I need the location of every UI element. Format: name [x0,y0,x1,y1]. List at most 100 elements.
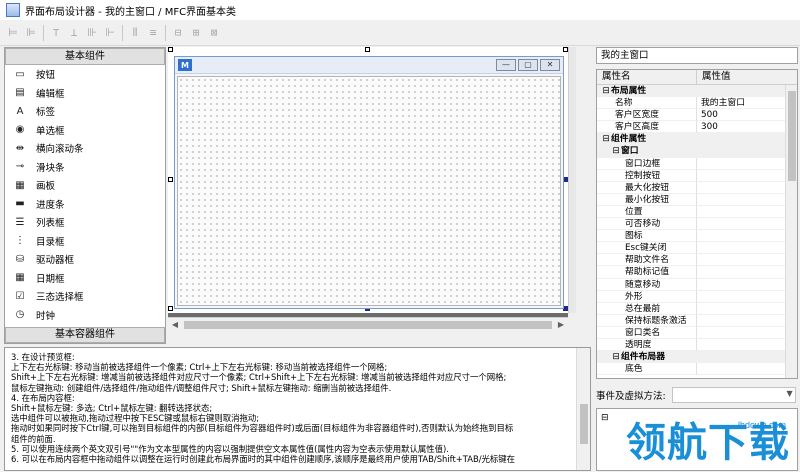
align-right-icon[interactable]: ⊫ [22,24,40,42]
component-item[interactable]: ▭ 按钮 [5,65,165,84]
help-vertical-scrollbar[interactable] [576,348,590,470]
collapse-icon[interactable]: ⊟ [601,413,609,423]
property-row[interactable]: 底色 [597,363,797,376]
property-value[interactable] [697,158,797,170]
component-item[interactable]: ☰ 列表框 [5,213,165,232]
property-value-column[interactable]: 属性值 [697,70,731,84]
align-left-icon[interactable]: ⊨ [4,24,22,42]
basic-components-header[interactable]: 基本组件 [5,48,165,65]
resize-handle-n[interactable] [365,47,370,52]
property-scroll-thumb[interactable] [788,91,796,181]
property-value[interactable] [697,351,797,364]
resize-handle-nw[interactable] [168,47,173,52]
property-value[interactable] [697,182,797,194]
help-text-box[interactable]: 3. 在设计预览框: 上下左右光标键: 移动当前被选择组件一个像素; Ctrl+… [4,347,591,471]
property-row[interactable]: 透明度 [597,338,797,352]
property-value[interactable] [697,145,797,158]
scroll-left-icon[interactable]: ◀ [168,318,182,332]
property-row[interactable]: 名称 我的主窗口 [597,97,797,110]
property-value[interactable]: 我的主窗口 [697,97,797,110]
expand-toggle-icon[interactable]: ⊟ [611,145,621,156]
property-category[interactable]: ⊟组件布局器 [597,351,797,364]
property-row[interactable]: 客户区高度 300 [597,121,797,134]
property-value[interactable] [697,133,797,146]
property-row[interactable]: 位置 [597,205,797,219]
property-value[interactable] [697,85,797,98]
property-value[interactable] [697,218,797,231]
align-top-icon[interactable]: ⊤ [47,24,65,42]
component-item[interactable]: ☑ 三态选择框 [5,287,165,306]
space-horizontal-icon[interactable]: ⦀ [126,24,144,42]
center-horizontal-icon[interactable]: ⊩ [101,24,119,42]
property-row[interactable]: 窗口类名 [597,326,797,339]
property-name-column[interactable]: 属性名 [597,70,697,84]
events-select[interactable]: ▼ [671,387,796,403]
design-canvas[interactable]: M — ▢ ✕ [168,47,568,313]
property-category[interactable]: ⊟布局属性 [597,85,797,98]
expand-toggle-icon[interactable]: ⊟ [601,133,611,144]
help-scroll-thumb[interactable] [580,404,588,444]
property-value[interactable]: 300 [697,121,797,134]
container-components-header[interactable]: 基本容器组件 [5,327,165,343]
canvas-horizontal-scrollbar[interactable]: ◀ ▶ [168,317,568,331]
expand-toggle-icon[interactable]: ⊟ [611,351,621,362]
property-row[interactable]: 帮助文件名 [597,254,797,267]
property-value[interactable] [697,170,797,182]
component-item[interactable]: ◷ 时钟 [5,306,165,325]
property-row[interactable]: 随意移动 [597,278,797,291]
property-value[interactable] [697,363,797,376]
property-row[interactable]: 最大化按钮 [597,181,797,194]
design-window-preview[interactable]: M — ▢ ✕ [174,56,564,309]
resize-handle-w[interactable] [168,177,173,182]
property-row[interactable]: 客户区宽度 500 [597,109,797,122]
expand-toggle-icon[interactable]: ⊟ [601,85,611,96]
design-window-client-grid[interactable] [177,76,561,306]
scroll-right-icon[interactable]: ▶ [554,318,568,332]
component-item[interactable]: ▤ 编辑框 [5,84,165,103]
resize-handle-sw[interactable] [168,306,173,311]
align-bottom-icon[interactable]: ⊥ [65,24,83,42]
property-row[interactable]: 最小化按钮 [597,193,797,206]
property-value[interactable] [697,206,797,219]
space-vertical-icon[interactable]: ≡ [144,24,162,42]
component-item[interactable]: ▦ 画板 [5,176,165,195]
property-category[interactable]: ⊟组件属性 [597,133,797,146]
canvas-vertical-scrollbar[interactable] [568,47,576,313]
component-item[interactable]: ⋮ 目录框 [5,232,165,251]
property-value[interactable] [697,230,797,243]
property-vertical-scrollbar[interactable] [785,85,797,378]
property-value[interactable] [697,291,797,303]
property-row[interactable]: Esc键关闭 [597,242,797,255]
maximize-icon[interactable]: ▢ [518,59,538,71]
property-value[interactable] [697,315,797,327]
same-height-icon[interactable]: ⊞ [187,24,205,42]
canvas-hscroll-thumb[interactable] [184,320,552,329]
property-value[interactable] [697,194,797,206]
property-row[interactable]: 窗口边框 [597,157,797,170]
component-item[interactable]: ⇹ 横向滚动条 [5,139,165,158]
property-value[interactable] [697,254,797,267]
same-size-icon[interactable]: ⊠ [205,24,223,42]
property-category[interactable]: ⊟窗口 [597,145,797,158]
property-row[interactable]: 控制按钮 [597,169,797,182]
chevron-down-icon[interactable]: ▼ [787,389,793,398]
property-row[interactable]: 可否移动 [597,218,797,231]
property-row[interactable]: 帮助标记值 [597,266,797,279]
component-item[interactable]: ⊸ 滑块条 [5,158,165,177]
property-value[interactable] [697,279,797,291]
property-value[interactable] [697,242,797,255]
center-vertical-icon[interactable]: ⊪ [83,24,101,42]
same-width-icon[interactable]: ⊟ [169,24,187,42]
design-window-titlebar[interactable]: M — ▢ ✕ [175,57,563,74]
property-row[interactable]: 外形 [597,290,797,303]
component-item[interactable]: ▬ 进度条 [5,195,165,214]
component-item[interactable]: ▦ 日期框 [5,269,165,288]
component-item[interactable]: ⛁ 驱动器框 [5,250,165,269]
close-icon[interactable]: ✕ [540,59,560,71]
minimize-icon[interactable]: — [496,59,516,71]
property-value[interactable] [697,339,797,352]
component-item[interactable]: ◉ 单选框 [5,121,165,140]
property-row[interactable]: 总在最前 [597,302,797,315]
property-row[interactable]: 保持标题条激活 [597,314,797,327]
property-value[interactable] [697,327,797,339]
